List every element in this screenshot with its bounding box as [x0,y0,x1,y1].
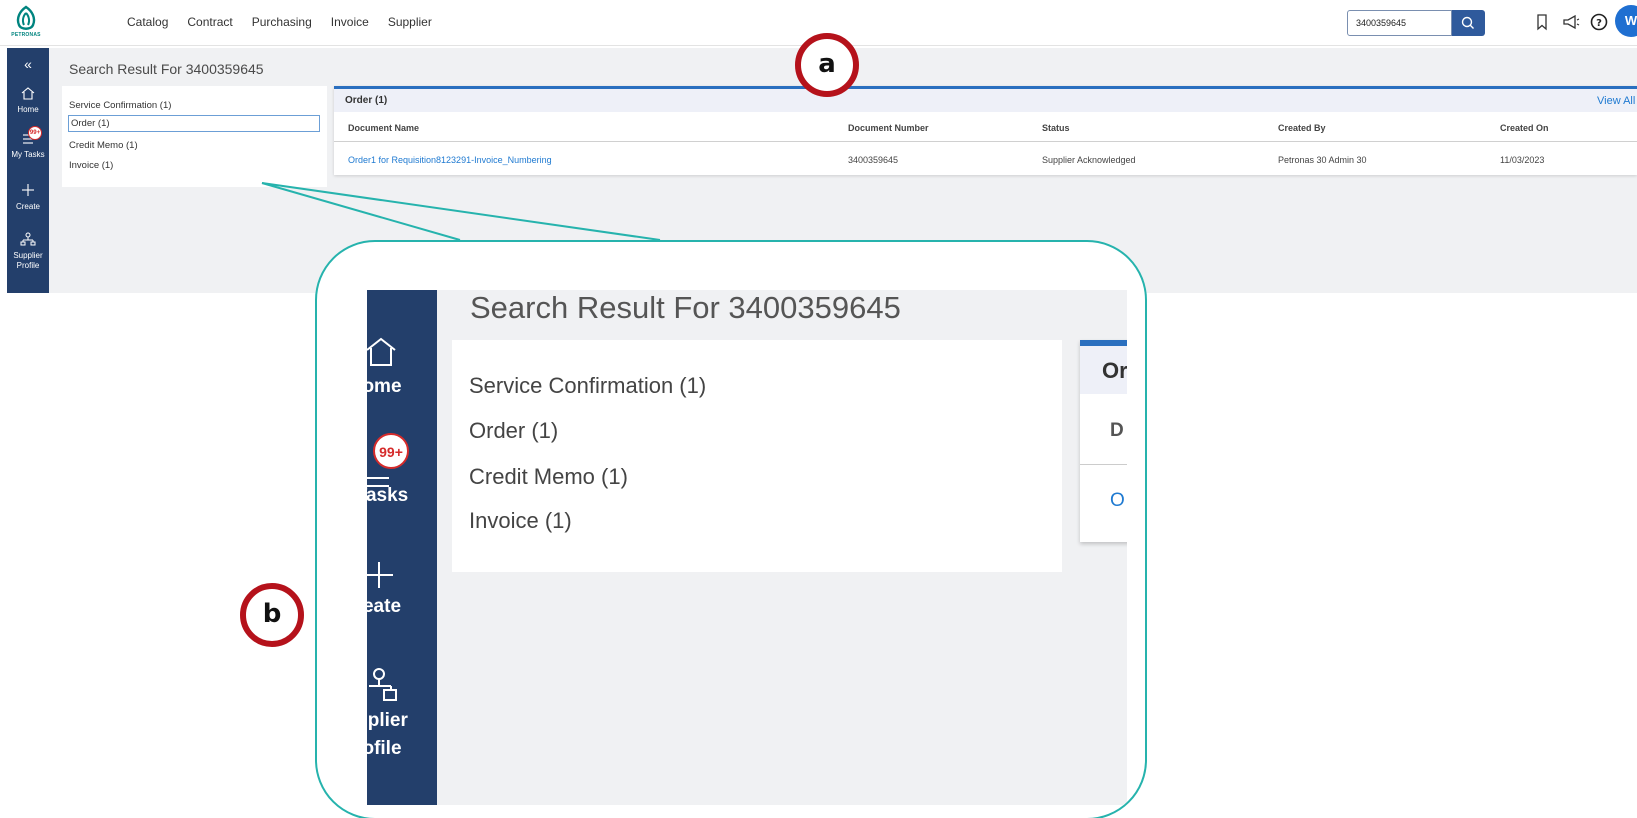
zoom-result-order: Order (1) [469,418,559,443]
zoom-sidebar-create-fragment: eate [367,596,402,617]
zoom-tasks-badge: 99+ [373,433,409,469]
zoom-sidebar-supplier-fragment: pplier [367,710,408,731]
zoom-org-chart-icon [369,668,397,701]
annotation-marker-b: b [240,583,304,647]
zoom-order-link-fragment: O [1110,490,1125,511]
zoom-result-categories: Service Confirmation (1) Order (1) Credi… [452,340,1062,572]
zoom-sidebar-home-fragment: ome [367,376,402,397]
annotation-marker-a: a [795,33,859,97]
zoom-callout: ome 99+ Tasks eate pplier ofi [315,240,1147,818]
zoom-result-invoice: Invoice (1) [469,508,572,533]
zoom-home-icon [367,337,396,366]
zoom-sidebar: ome 99+ Tasks eate pplier ofi [367,290,437,805]
zoom-result-credit-memo: Credit Memo (1) [469,464,628,489]
zoom-plus-icon [367,562,393,588]
screenshot-stage: PETRONAS Catalog Contract Purchasing Inv… [0,0,1637,818]
zoom-order-title-fragment: Or [1102,358,1127,383]
zoom-sidebar-tasks-fragment: Tasks [367,485,409,506]
zoom-content: ome 99+ Tasks eate pplier ofi [367,290,1127,805]
zoom-result-service-confirmation: Service Confirmation (1) [469,373,707,398]
zoom-order-column-fragment: D [1110,420,1124,441]
zoom-sidebar-profile-fragment: ofile [367,738,402,759]
zoom-order-table-fragment: Or D O [1080,340,1127,542]
zoom-page-title: Search Result For 3400359645 [470,290,901,325]
zoom-order-divider [1080,464,1127,465]
